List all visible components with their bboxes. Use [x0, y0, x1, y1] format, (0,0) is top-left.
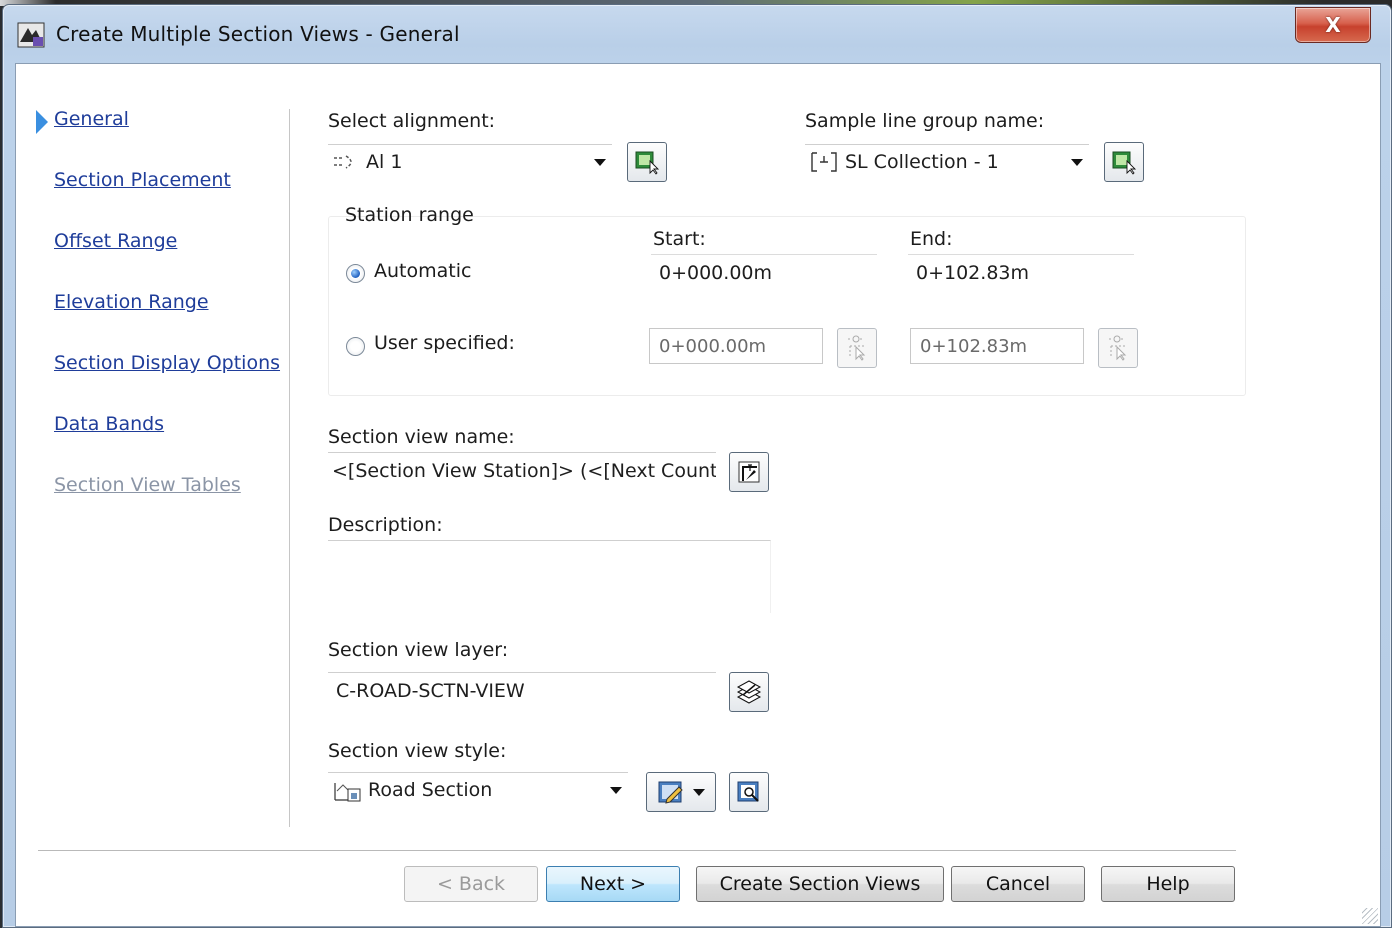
style-combo[interactable]: Road Section [328, 772, 628, 807]
user-specified-label[interactable]: User specified: [374, 332, 515, 354]
user-specified-radio[interactable] [346, 337, 365, 356]
view-name-label: Section view name: [328, 426, 515, 448]
pick-sample-group-button[interactable] [1104, 142, 1144, 182]
station-range-title: Station range [345, 204, 474, 226]
edit-name-format-button[interactable] [729, 452, 769, 492]
chevron-down-icon [594, 159, 606, 166]
nav-item-section-placement[interactable]: Section Placement [54, 169, 231, 191]
dialog-body: General Section Placement Offset Range E… [15, 63, 1381, 927]
pick-from-drawing-icon [1111, 149, 1137, 175]
alignment-icon [332, 153, 360, 171]
style-label: Section view style: [328, 740, 507, 762]
user-start-input[interactable]: 0+000.00m [649, 328, 823, 364]
alignment-combo[interactable]: Al 1 [328, 144, 612, 179]
pick-station-icon [1105, 334, 1131, 362]
style-value: Road Section [368, 779, 493, 801]
chevron-down-icon [610, 787, 622, 794]
auto-start-value: 0+000.00m [651, 254, 877, 290]
back-button[interactable]: < Back [404, 866, 538, 902]
dialog-window: Create Multiple Section Views - General … [2, 4, 1392, 928]
title-bar[interactable]: Create Multiple Section Views - General … [3, 5, 1391, 61]
alignment-label: Select alignment: [328, 110, 496, 132]
pick-start-station-button[interactable] [837, 328, 877, 368]
sample-line-group-icon [809, 150, 839, 174]
auto-end-value: 0+102.83m [908, 254, 1134, 290]
view-name-input[interactable]: <[Section View Station]> (<[Next Counter… [328, 452, 716, 488]
footer-divider [38, 850, 1236, 851]
close-icon: X [1325, 13, 1341, 37]
station-range-group [328, 216, 1246, 396]
nav-item-offset-range[interactable]: Offset Range [54, 230, 177, 252]
layer-button[interactable] [729, 672, 769, 712]
create-section-views-button[interactable]: Create Section Views [696, 866, 944, 902]
end-label: End: [910, 228, 953, 250]
description-input[interactable] [328, 540, 771, 613]
automatic-label[interactable]: Automatic [374, 260, 471, 282]
resize-grip-icon[interactable] [1362, 908, 1378, 924]
sample-group-combo[interactable]: SL Collection - 1 [805, 144, 1089, 179]
pick-alignment-button[interactable] [627, 142, 667, 182]
section-view-style-icon [332, 777, 362, 803]
start-label: Start: [653, 228, 706, 250]
window-title: Create Multiple Section Views - General [56, 22, 460, 46]
nav-divider [289, 109, 290, 827]
name-template-icon [736, 459, 762, 485]
chevron-down-icon [693, 788, 705, 796]
close-button[interactable]: X [1295, 7, 1371, 43]
nav-item-elevation-range[interactable]: Elevation Range [54, 291, 209, 313]
sample-group-label: Sample line group name: [805, 110, 1045, 132]
layers-icon [735, 679, 763, 705]
sample-group-value: SL Collection - 1 [845, 151, 999, 173]
nav-item-section-display-options[interactable]: Section Display Options [54, 352, 280, 374]
nav-item-data-bands[interactable]: Data Bands [54, 413, 164, 435]
cancel-button[interactable]: Cancel [951, 866, 1085, 902]
alignment-value: Al 1 [366, 151, 403, 173]
help-button[interactable]: Help [1101, 866, 1235, 902]
civil3d-app-icon [17, 22, 45, 48]
edit-style-split-button[interactable] [646, 772, 716, 812]
current-page-arrow-icon [36, 110, 48, 134]
preview-style-icon [736, 779, 762, 805]
pick-station-icon [844, 334, 870, 362]
layer-label: Section view layer: [328, 639, 509, 661]
automatic-radio[interactable] [346, 264, 365, 283]
description-label: Description: [328, 514, 443, 536]
user-end-input[interactable]: 0+102.83m [910, 328, 1084, 364]
pick-from-drawing-icon [634, 149, 660, 175]
next-button[interactable]: Next > [546, 866, 680, 902]
nav-item-general[interactable]: General [54, 108, 129, 130]
nav-item-section-view-tables: Section View Tables [54, 474, 241, 496]
preview-style-button[interactable] [729, 772, 769, 812]
wizard-nav: General Section Placement Offset Range E… [16, 64, 286, 824]
layer-input[interactable]: C-ROAD-SCTN-VIEW [328, 672, 716, 708]
edit-style-icon [657, 779, 687, 805]
chevron-down-icon [1071, 159, 1083, 166]
pick-end-station-button[interactable] [1098, 328, 1138, 368]
